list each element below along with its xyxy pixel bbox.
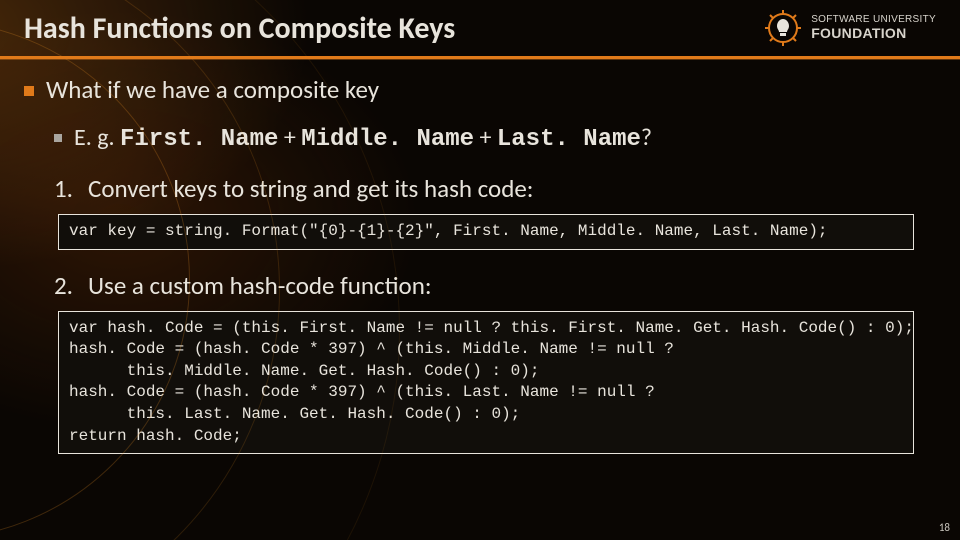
code-block-2: var hash. Code = (this. First. Name != n… xyxy=(58,311,914,455)
slide-body: What if we have a composite key E. g. Fi… xyxy=(0,52,960,454)
bullet-example: E. g. First. Name + Middle. Name + Last.… xyxy=(54,123,936,153)
title-underline xyxy=(0,56,960,59)
eg-plus2: + xyxy=(474,123,497,152)
eg-lastname: Last. Name xyxy=(497,126,641,153)
lightbulb-gear-icon xyxy=(763,8,803,48)
eg-prefix: E. g. xyxy=(74,123,120,152)
logo-text: SOFTWARE UNIVERSITY FOUNDATION xyxy=(811,15,936,40)
square-bullet-icon xyxy=(24,86,34,96)
eg-firstname: First. Name xyxy=(120,126,278,153)
step-2-number: 2. xyxy=(54,270,74,301)
step-1-text: Convert keys to string and get its hash … xyxy=(88,173,533,204)
eg-plus1: + xyxy=(278,123,301,152)
eg-qmark: ? xyxy=(641,123,652,152)
bullet-example-text: E. g. First. Name + Middle. Name + Last.… xyxy=(74,123,652,153)
eg-middlename: Middle. Name xyxy=(301,126,474,153)
logo: SOFTWARE UNIVERSITY FOUNDATION xyxy=(763,8,936,48)
bullet-main: What if we have a composite key xyxy=(24,74,936,105)
square-bullet-icon xyxy=(54,134,62,142)
logo-line2: FOUNDATION xyxy=(811,26,936,41)
slide-title: Hash Functions on Composite Keys xyxy=(24,10,455,47)
page-number: 18 xyxy=(939,521,950,534)
step-2-text: Use a custom hash-code function: xyxy=(88,270,432,301)
step-2: 2. Use a custom hash-code function: xyxy=(54,270,936,301)
bullet-main-text: What if we have a composite key xyxy=(46,74,379,105)
step-1: 1. Convert keys to string and get its ha… xyxy=(54,173,936,204)
slide-header: Hash Functions on Composite Keys SOFTWAR… xyxy=(0,0,960,52)
code-block-1: var key = string. Format("{0}-{1}-{2}", … xyxy=(58,214,914,250)
step-1-number: 1. xyxy=(54,173,74,204)
